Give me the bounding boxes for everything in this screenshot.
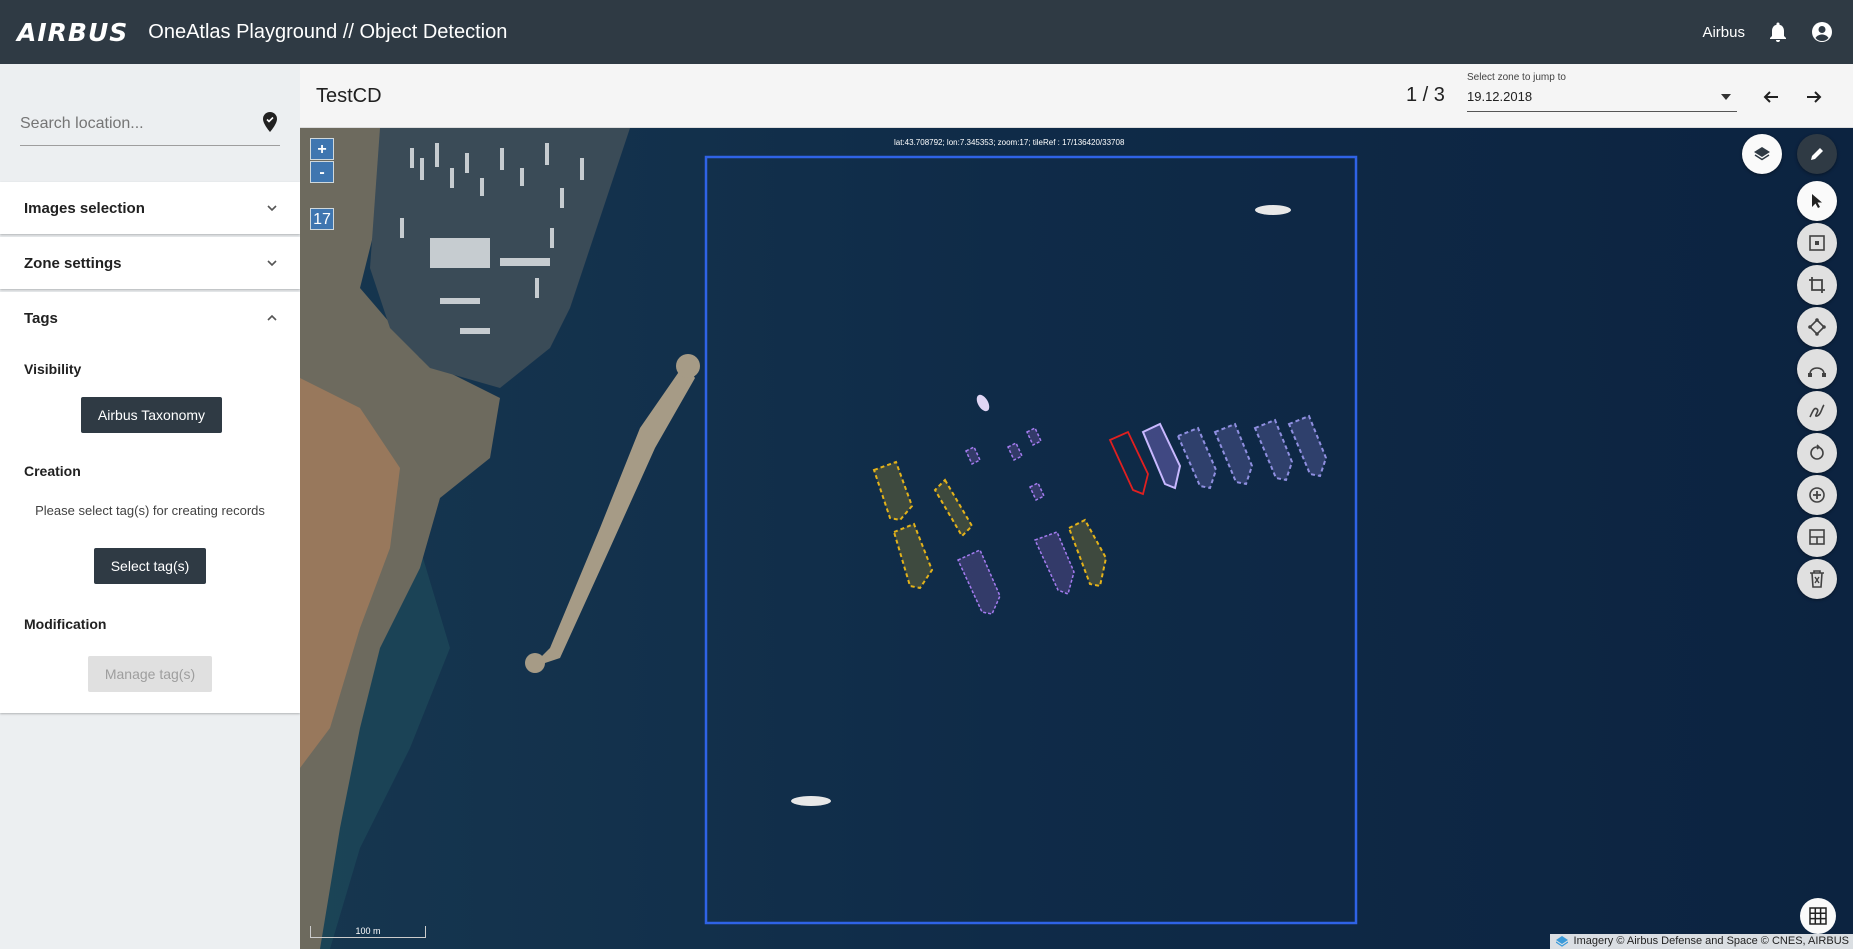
cursor-icon (1812, 194, 1822, 208)
account-icon[interactable] (1811, 21, 1833, 43)
top-bar: AIRBUS OneAtlas Playground // Object Det… (0, 0, 1853, 64)
add-tool-button[interactable] (1797, 475, 1837, 515)
add-icon (1809, 487, 1825, 503)
attribution: Imagery © Airbus Defense and Space © CNE… (1549, 934, 1853, 949)
rotate-icon (1810, 444, 1824, 460)
attribution-text: Imagery © Airbus Defense and Space © CNE… (1573, 935, 1849, 947)
rotate-tool-button[interactable] (1797, 433, 1837, 473)
zoom-out-button[interactable]: - (310, 161, 334, 183)
tags-title: Tags (24, 309, 58, 327)
zone-settings-title: Zone settings (24, 254, 122, 272)
cut-icon (1809, 529, 1825, 545)
zone-select-value: 19.12.2018 (1467, 89, 1533, 104)
freehand-tool-button[interactable] (1797, 391, 1837, 431)
point-tool-button[interactable] (1797, 223, 1837, 263)
zoom-level: 17 (310, 208, 334, 230)
chevron-down-icon (267, 260, 277, 267)
tags-panel-header[interactable]: Tags (0, 292, 300, 344)
images-selection-panel[interactable]: Images selection (0, 182, 300, 234)
zone-select-label: Select zone to jump to (1467, 72, 1566, 83)
point-icon (1809, 235, 1825, 251)
manage-tags-button: Manage tag(s) (88, 656, 212, 692)
images-selection-title: Images selection (24, 199, 145, 217)
curve-tool-button[interactable] (1797, 349, 1837, 389)
polygon-icon (1808, 318, 1826, 336)
sidebar: Images selection Zone settings Tags Visi… (0, 64, 300, 949)
cut-tool-button[interactable] (1797, 517, 1837, 557)
delete-icon (1810, 570, 1824, 588)
airbus-taxonomy-button[interactable]: Airbus Taxonomy (81, 397, 222, 433)
app-title: OneAtlas Playground // Object Detection (148, 20, 508, 43)
arrow-right-icon[interactable] (1805, 88, 1823, 106)
grid-icon (1809, 907, 1827, 925)
zone-select[interactable]: Select zone to jump to 19.12.2018 (1467, 72, 1737, 112)
zone-settings-panel[interactable]: Zone settings (0, 237, 300, 289)
coordinate-readout: lat:43.708792; lon:7.345353; zoom:17; ti… (894, 138, 1125, 147)
select-tags-button[interactable]: Select tag(s) (94, 548, 206, 584)
arrow-left-icon[interactable] (1762, 88, 1780, 106)
delete-tool-button[interactable] (1797, 559, 1837, 599)
curve-icon (1808, 367, 1826, 377)
select-tool-button[interactable] (1797, 181, 1837, 221)
location-pin-icon[interactable] (262, 112, 278, 137)
edit-button[interactable] (1797, 134, 1837, 174)
layers-icon (1754, 147, 1770, 161)
bbox-tool-button[interactable] (1797, 265, 1837, 305)
user-name[interactable]: Airbus (1702, 24, 1745, 41)
zone-name: TestCD (316, 85, 382, 107)
chevron-down-icon (267, 205, 277, 212)
polygon-tool-button[interactable] (1797, 307, 1837, 347)
layers-button[interactable] (1742, 134, 1782, 174)
scale-bar: 100 m (310, 926, 426, 938)
grid-toggle-button[interactable] (1800, 898, 1836, 934)
freehand-icon (1809, 404, 1825, 418)
map-header: TestCD 1 / 3 Select zone to jump to 19.1… (300, 64, 1853, 128)
dropdown-caret-icon (1721, 94, 1731, 100)
search-input[interactable] (20, 104, 250, 144)
visibility-label: Visibility (24, 361, 82, 377)
map-view[interactable]: + - 17 lat:43.708792; lon:7.345353; zoom… (300, 128, 1853, 949)
edit-icon (1811, 148, 1823, 160)
zone-pager: 1 / 3 (1406, 84, 1445, 106)
creation-info: Please select tag(s) for creating record… (35, 503, 265, 518)
zoom-in-button[interactable]: + (310, 138, 334, 160)
modification-label: Modification (24, 616, 107, 632)
top-right-area: Airbus (1702, 0, 1833, 64)
creation-label: Creation (24, 463, 81, 479)
search-location (20, 104, 280, 146)
imagery-logo-icon (1555, 936, 1568, 947)
airbus-logo: AIRBUS (17, 17, 129, 47)
bell-icon[interactable] (1767, 21, 1789, 43)
tags-panel: Tags Visibility Airbus Taxonomy Creation… (0, 292, 300, 713)
chevron-up-icon (267, 314, 277, 321)
bbox-icon (1809, 277, 1825, 293)
satellite-imagery (300, 128, 1853, 949)
